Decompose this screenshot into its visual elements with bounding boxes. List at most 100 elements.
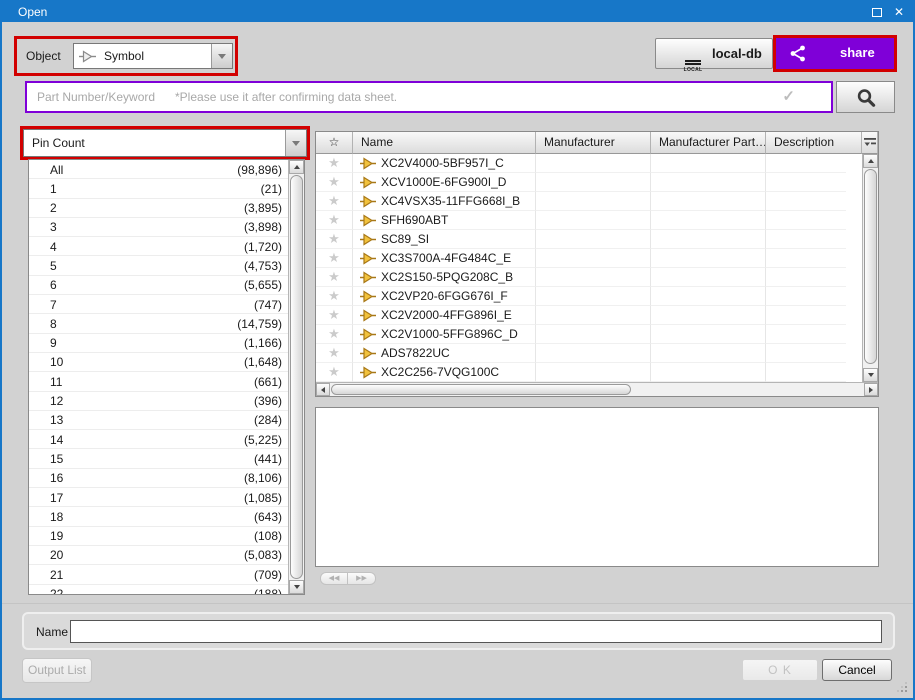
table-horizontal-scrollbar[interactable] [316,382,878,396]
favorite-star-icon[interactable]: ★ [316,230,353,249]
favorite-star-icon[interactable]: ★ [316,192,353,211]
favorite-star-icon[interactable]: ★ [316,344,353,363]
table-row[interactable]: ★ XC2V1000-5FFG896C_D [316,325,878,344]
table-row[interactable]: ★ XC2S150-5PQG208C_B [316,268,878,287]
search-placeholder: Part Number/Keyword [37,90,155,104]
scroll-left-button[interactable] [316,383,330,396]
list-item[interactable]: 3 (3,898) [29,218,288,237]
object-label: Object [26,49,61,63]
share-button[interactable]: share [776,38,894,69]
list-item[interactable]: 19 (108) [29,527,288,546]
search-button[interactable] [836,81,895,113]
list-item[interactable]: 1 (21) [29,179,288,198]
part-name: XC2V2000-4FFG896I_E [381,308,512,322]
resize-grip-icon[interactable] [905,690,907,692]
description-cell [766,287,846,306]
list-item[interactable]: 13 (284) [29,411,288,430]
list-item[interactable]: 16 (8,106) [29,469,288,488]
list-item[interactable]: 12 (396) [29,392,288,411]
scrollbar-thumb[interactable] [290,175,303,579]
list-item[interactable]: 2 (3,895) [29,199,288,218]
column-header-favorite[interactable]: ☆ [316,132,353,154]
favorite-star-icon[interactable]: ★ [316,325,353,344]
cancel-button[interactable]: Cancel [822,659,892,681]
previous-page-button[interactable]: ◀◀ [320,572,348,585]
column-header-manufacturer-part[interactable]: Manufacturer Part… [651,132,766,154]
next-page-button[interactable]: ▶▶ [348,572,376,585]
pin-count-label: 5 [50,259,57,273]
table-row[interactable]: ★ SC89_SI [316,230,878,249]
local-db-button[interactable]: LOCAL local-db [655,38,773,69]
list-item[interactable]: 18 (643) [29,507,288,526]
part-name-cell: XC2S150-5PQG208C_B [353,268,536,287]
description-cell [766,230,846,249]
column-header-name[interactable]: Name [353,132,536,154]
ok-button[interactable]: O K [742,659,818,681]
scroll-down-button[interactable] [863,368,878,382]
column-header-description[interactable]: Description [766,132,862,154]
scroll-up-button[interactable] [289,160,304,174]
pin-list-scrollbar[interactable] [288,160,304,594]
dropdown-arrow-button[interactable] [285,130,306,156]
list-item[interactable]: 7 (747) [29,295,288,314]
dropdown-arrow-button[interactable] [211,44,232,68]
favorite-star-icon[interactable]: ★ [316,173,353,192]
favorite-star-icon[interactable]: ★ [316,306,353,325]
manufacturer-part-cell [651,173,766,192]
list-item[interactable]: 9 (1,166) [29,334,288,353]
scroll-down-button[interactable] [289,580,304,594]
list-item[interactable]: 8 (14,759) [29,314,288,333]
column-header-manufacturer[interactable]: Manufacturer [536,132,651,154]
symbol-icon [360,271,376,284]
column-settings-button[interactable] [862,132,878,154]
table-row[interactable]: ★ ADS7822UC [316,344,878,363]
object-dropdown[interactable]: Symbol [73,43,233,69]
list-item[interactable]: 6 (5,655) [29,276,288,295]
part-name-cell: XC2V2000-4FFG896I_E [353,306,536,325]
description-cell [766,154,846,173]
output-list-button[interactable]: Output List [22,658,92,683]
list-item[interactable]: 14 (5,225) [29,430,288,449]
favorite-star-icon[interactable]: ★ [316,211,353,230]
pin-count-label: 17 [50,491,63,505]
list-item[interactable]: 20 (5,083) [29,546,288,565]
favorite-star-icon[interactable]: ★ [316,268,353,287]
name-input[interactable] [70,620,882,643]
favorite-star-icon[interactable]: ★ [316,363,353,382]
list-item[interactable]: 22 (188) [29,585,288,594]
close-button[interactable]: ✕ [891,4,907,20]
list-item[interactable]: 21 (709) [29,565,288,584]
scroll-right-button[interactable] [864,383,878,396]
table-row[interactable]: ★ XC4VSX35-11FFG668I_B [316,192,878,211]
scrollbar-thumb[interactable] [331,384,631,395]
list-item[interactable]: All (98,896) [29,160,288,179]
table-row[interactable]: ★ SFH690ABT [316,211,878,230]
table-row[interactable]: ★ XC2V2000-4FFG896I_E [316,306,878,325]
filter-dropdown[interactable]: Pin Count [23,129,307,157]
part-name: SFH690ABT [381,213,448,227]
name-label: Name [36,625,68,639]
table-row[interactable]: ★ XC2V4000-5BF957I_C [316,154,878,173]
table-row[interactable]: ★ XC2VP20-6FGG676I_F [316,287,878,306]
symbol-icon [360,157,376,170]
scroll-up-button[interactable] [863,154,878,168]
pin-count-label: 2 [50,201,57,215]
list-item[interactable]: 15 (441) [29,449,288,468]
search-input[interactable]: Part Number/Keyword *Please use it after… [25,81,833,113]
favorite-star-icon[interactable]: ★ [316,249,353,268]
list-item[interactable]: 11 (661) [29,372,288,391]
list-item[interactable]: 10 (1,648) [29,353,288,372]
list-item[interactable]: 5 (4,753) [29,256,288,275]
maximize-button[interactable] [869,4,885,20]
manufacturer-cell [536,344,651,363]
table-row[interactable]: ★ XCV1000E-6FG900I_D [316,173,878,192]
list-item[interactable]: 17 (1,085) [29,488,288,507]
list-item[interactable]: 4 (1,720) [29,237,288,256]
table-vertical-scrollbar[interactable] [862,154,878,382]
local-db-icon: LOCAL [683,44,703,73]
favorite-star-icon[interactable]: ★ [316,287,353,306]
table-row[interactable]: ★ XC2C256-7VQG100C [316,363,878,382]
table-row[interactable]: ★ XC3S700A-4FG484C_E [316,249,878,268]
scrollbar-thumb[interactable] [864,169,877,364]
favorite-star-icon[interactable]: ★ [316,154,353,173]
